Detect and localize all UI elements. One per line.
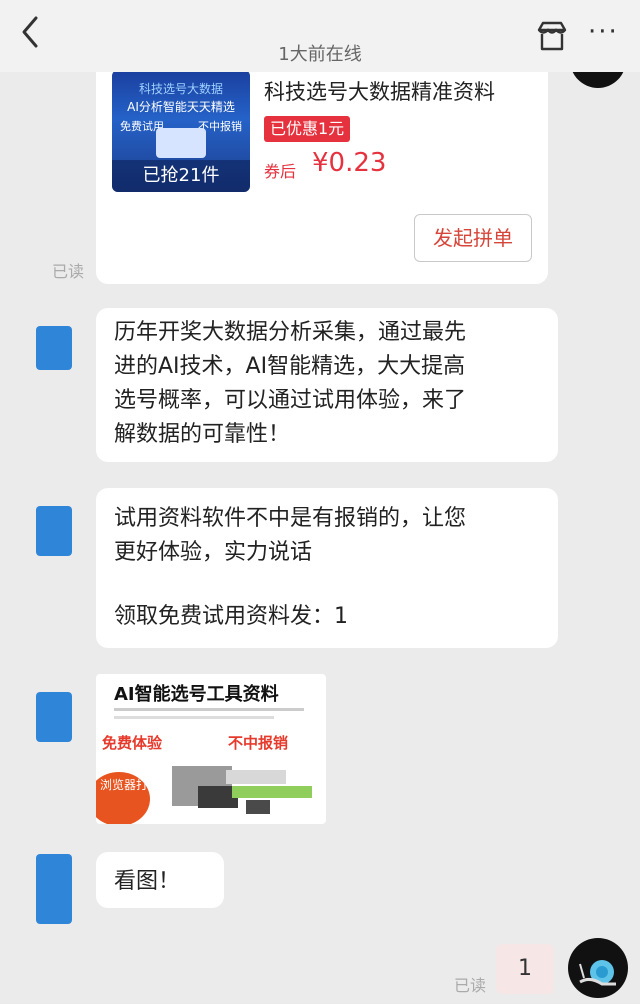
start-group-buy-button[interactable]: 发起拼单: [414, 214, 532, 262]
more-options-icon[interactable]: ···: [588, 19, 619, 45]
my-message-text: 1: [518, 956, 532, 981]
product-title[interactable]: 科技选号大数据精准资料: [264, 76, 495, 106]
message-bubble[interactable]: 看图！: [96, 852, 224, 908]
price-value: ¥0.23: [312, 148, 387, 178]
sold-count-overlay: 已抢21件: [112, 160, 250, 192]
coupon-badge: 已优惠1元: [264, 116, 351, 142]
message-line: [114, 570, 548, 600]
phone-illustration: [156, 128, 206, 158]
message-line: 进的AI技术，AI智能精选，大大提高: [114, 354, 466, 379]
message-line: 领取免费试用资料发：1: [114, 604, 348, 629]
image-text-line: [114, 708, 304, 711]
sender-avatar[interactable]: [36, 692, 72, 742]
image-message-left-text: 免费体验: [102, 734, 163, 752]
image-message[interactable]: AI智能选号工具资料 免费体验 不中报销 浏览器打开: [96, 674, 326, 824]
product-card[interactable]: 科技选号大数据 AI分析智能天天精选 免费试用 不中报销 已抢21件 科技选号大…: [96, 60, 548, 284]
pixelated-area: [246, 800, 270, 814]
read-status: 已读: [52, 262, 85, 281]
message-line: 历年开奖大数据分析采集，通过最先: [114, 320, 467, 345]
snail-icon: [579, 960, 616, 986]
image-message-right-text: 不中报销: [228, 734, 289, 752]
image-text-line: [114, 716, 274, 719]
message-line: 试用资料软件不中是有报销的，让您: [114, 506, 467, 531]
product-image[interactable]: 科技选号大数据 AI分析智能天天精选 免费试用 不中报销 已抢21件: [112, 70, 250, 192]
image-message-title: AI智能选号工具资料: [114, 684, 279, 705]
message-line: 选号概率，可以通过试用体验，来了: [114, 388, 467, 413]
my-message-bubble[interactable]: 1: [496, 944, 554, 994]
product-image-headline: 科技选号大数据: [138, 82, 223, 96]
sender-avatar[interactable]: [36, 326, 72, 370]
message-line: 更好体验，实力说话: [114, 540, 313, 565]
sender-avatar[interactable]: [36, 506, 72, 556]
message-bubble[interactable]: 历年开奖大数据分析采集，通过最先 进的AI技术，AI智能精选，大大提高 选号概率…: [96, 308, 558, 462]
pixelated-area: [232, 786, 312, 798]
chat-subtitle: 1大前在线: [278, 44, 362, 65]
price-label: 券后: [264, 162, 297, 181]
my-avatar[interactable]: [568, 938, 628, 998]
sender-avatar[interactable]: [36, 854, 72, 924]
product-image-subline: AI分析智能天天精选: [127, 100, 235, 114]
message-text: 看图！: [114, 869, 181, 894]
pixelated-area: [226, 770, 286, 784]
message-bubble[interactable]: 试用资料软件不中是有报销的，让您 更好体验，实力说话 领取免费试用资料发：1: [96, 488, 558, 648]
flame-badge-text: 浏览器打开: [100, 778, 161, 792]
message-line: 解数据的可靠性！: [114, 422, 291, 447]
read-status: 已读: [454, 976, 487, 995]
